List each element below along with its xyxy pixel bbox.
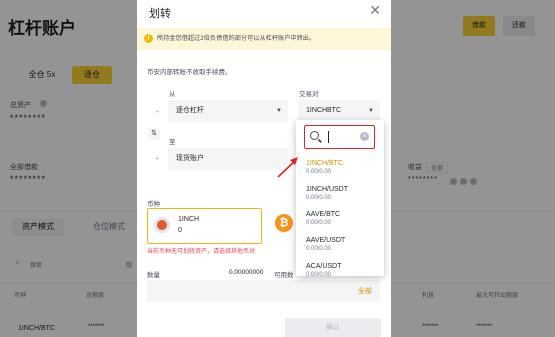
search-icon (310, 131, 319, 140)
dropdown-item-name: AAVE/BTC (306, 211, 341, 218)
dropdown-item[interactable]: AAVE/BTC 0.00/0.00 (306, 211, 340, 226)
dropdown-item-rate: 0.00/0.00 (306, 169, 332, 175)
from-account-select[interactable]: 逐仓杠杆 ▼ (168, 100, 288, 122)
quantity-label: 数量 (147, 272, 160, 279)
to-account-select[interactable]: 现货账户 (168, 148, 288, 170)
coin-amount: 0 (178, 227, 182, 234)
modal-title: 划转 (149, 8, 171, 20)
dropdown-item-name: 1INCH/USDT (306, 186, 349, 193)
close-icon[interactable]: ✕ (369, 2, 381, 19)
pair-value: 1INCHBTC (306, 107, 342, 114)
pair-label: 交易对 (299, 91, 319, 98)
dropdown-item-rate: 0.00/0.00 (306, 195, 332, 201)
dropdown-item-name: ACA/USDT (306, 263, 342, 270)
coin-card-1inch[interactable]: 1INCH 0 (147, 208, 262, 244)
chevron-down-icon: ▼ (368, 108, 374, 114)
from-dot-icon: • (156, 107, 159, 116)
pair-search-input[interactable]: × (304, 125, 375, 149)
swap-icon[interactable]: ⇅ (148, 128, 160, 140)
dropdown-item[interactable]: AAVE/USDT 0.00/0.00 (306, 237, 345, 252)
1inch-icon (154, 217, 170, 233)
text-cursor (328, 131, 329, 143)
dropdown-item-rate: 0.00/0.00 (306, 272, 332, 278)
dropdown-item-name: 1INCH/BTC (306, 160, 343, 167)
notice-text: 所持金您借超过2倍负债借的部分可以从杠杆账户中转出。 (157, 35, 316, 42)
dropdown-item[interactable]: 1INCH/BTC 0.00/0.00 (306, 160, 343, 175)
to-dot-icon: • (156, 154, 159, 163)
coin-label: 币种 (147, 201, 160, 208)
confirm-button[interactable]: 确认 (285, 318, 381, 337)
quantity-available-label: 可用数 (274, 272, 294, 279)
btc-icon[interactable]: ₿ (275, 214, 293, 232)
from-label: 从 (169, 91, 176, 98)
notice-banner: ! 所持金您借超过2倍负债借的部分可以从杠杆账户中转出。 (137, 28, 391, 50)
warning-icon: ! (144, 34, 153, 43)
dropdown-item-rate: 0.00/0.00 (306, 246, 332, 252)
max-all-link[interactable]: 全部 (358, 286, 372, 296)
quantity-input[interactable]: 全部 (147, 280, 380, 302)
chevron-down-icon: ▼ (276, 108, 282, 114)
to-label: 至 (169, 139, 176, 146)
clear-icon[interactable]: × (360, 132, 369, 141)
fee-text: 币安内部转账不收取手续费。 (147, 69, 232, 76)
dropdown-item[interactable]: 1INCH/USDT 0.00/0.00 (306, 186, 348, 201)
pair-select[interactable]: 1INCHBTC ▼ (298, 100, 380, 122)
quantity-available-value: 0.00000000 (229, 269, 264, 276)
dropdown-item[interactable]: ACA/USDT 0.00/0.00 (306, 263, 341, 278)
dropdown-item-name: AAVE/USDT (306, 237, 346, 244)
from-account-value: 逐仓杠杆 (176, 107, 204, 114)
dropdown-item-rate: 0.00/0.00 (306, 220, 332, 226)
to-account-value: 现货账户 (176, 155, 204, 162)
error-text: 当前币种无可划转资产，请选择其他币对 (147, 249, 256, 255)
coin-name: 1INCH (178, 216, 200, 223)
